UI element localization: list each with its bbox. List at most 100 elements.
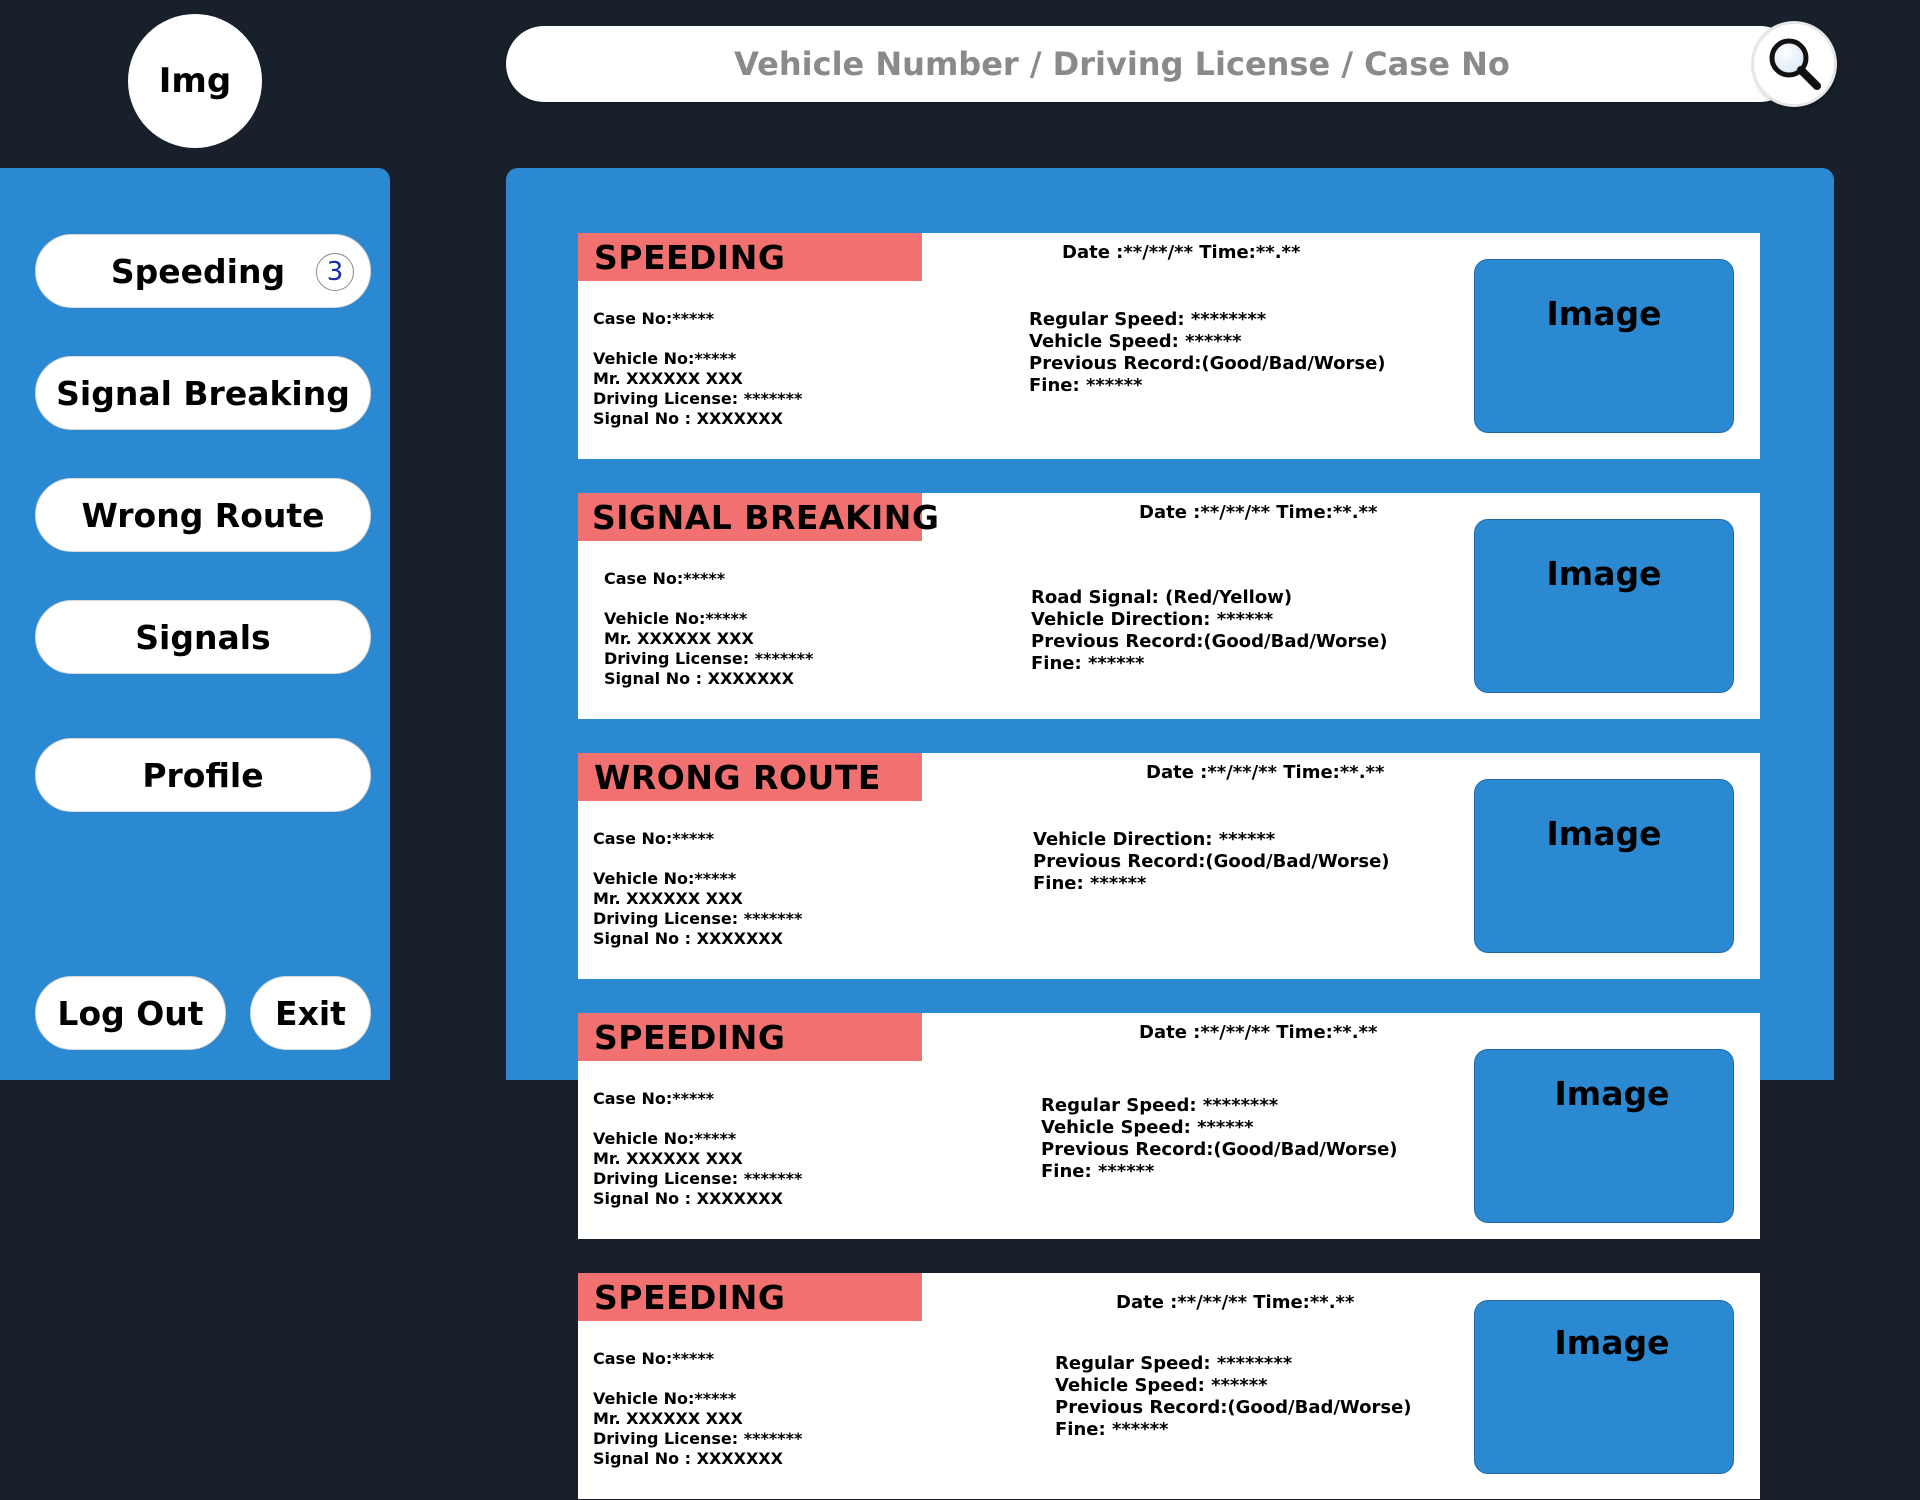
evidence-image[interactable]: Image bbox=[1474, 259, 1734, 433]
card-case-info: Case No:***** Vehicle No:***** Mr. XXXXX… bbox=[604, 569, 813, 689]
owner-name: Mr. XXXXXX XXX bbox=[593, 1149, 743, 1168]
owner-name: Mr. XXXXXX XXX bbox=[593, 1409, 743, 1428]
card-title: WRONG ROUTE bbox=[578, 753, 922, 801]
violation-card[interactable]: SPEEDING Date :**/**/** Time:**.** Case … bbox=[578, 1273, 1760, 1499]
image-label: Image bbox=[1554, 1323, 1670, 1362]
card-details: Regular Speed: ******** Vehicle Speed: *… bbox=[1041, 1095, 1398, 1183]
sidebar-item-signals[interactable]: Signals bbox=[35, 600, 371, 674]
case-number: Case No:***** bbox=[593, 829, 715, 848]
owner-name: Mr. XXXXXX XXX bbox=[604, 629, 754, 648]
evidence-image[interactable]: Image bbox=[1474, 1049, 1734, 1223]
image-label: Image bbox=[1546, 294, 1662, 333]
detail-line: Previous Record:(Good/Bad/Worse) bbox=[1055, 1397, 1412, 1418]
search-button[interactable] bbox=[1754, 24, 1834, 104]
detail-line: Vehicle Direction: ****** bbox=[1031, 609, 1274, 630]
owner-name: Mr. XXXXXX XXX bbox=[593, 889, 743, 908]
card-case-info: Case No:***** Vehicle No:***** Mr. XXXXX… bbox=[593, 829, 802, 949]
search-icon bbox=[1769, 38, 1821, 90]
card-case-info: Case No:***** Vehicle No:***** Mr. XXXXX… bbox=[593, 309, 802, 429]
avatar[interactable]: Img bbox=[128, 14, 262, 148]
driving-license: Driving License: ******* bbox=[593, 389, 803, 408]
case-number: Case No:***** bbox=[593, 1089, 715, 1108]
driving-license: Driving License: ******* bbox=[604, 649, 814, 668]
signal-number: Signal No : XXXXXXX bbox=[593, 1449, 783, 1468]
detail-line: Regular Speed: ******** bbox=[1055, 1353, 1293, 1374]
avatar-label: Img bbox=[158, 61, 232, 101]
vehicle-number: Vehicle No:***** bbox=[593, 349, 737, 368]
logout-button[interactable]: Log Out bbox=[35, 976, 226, 1050]
count-badge: 3 bbox=[316, 253, 354, 291]
detail-line: Vehicle Speed: ****** bbox=[1055, 1375, 1268, 1396]
card-case-info: Case No:***** Vehicle No:***** Mr. XXXXX… bbox=[593, 1089, 802, 1209]
case-number: Case No:***** bbox=[593, 309, 715, 328]
detail-line: Vehicle Direction: ****** bbox=[1033, 829, 1276, 850]
sidebar-item-signal-breaking[interactable]: Signal Breaking bbox=[35, 356, 371, 430]
violation-card[interactable]: SPEEDING Date :**/**/** Time:**.** Case … bbox=[578, 1013, 1760, 1239]
sidebar-item-wrong-route[interactable]: Wrong Route bbox=[35, 478, 371, 552]
sidebar-item-label: Profile bbox=[142, 755, 264, 795]
case-number: Case No:***** bbox=[604, 569, 726, 588]
detail-line: Previous Record:(Good/Bad/Worse) bbox=[1031, 631, 1388, 652]
search-bar bbox=[506, 26, 1798, 102]
violation-card[interactable]: SIGNAL BREAKING Date :**/**/** Time:**.*… bbox=[578, 493, 1760, 719]
sidebar-item-profile[interactable]: Profile bbox=[35, 738, 371, 812]
vehicle-number: Vehicle No:***** bbox=[593, 1129, 737, 1148]
vehicle-number: Vehicle No:***** bbox=[593, 869, 737, 888]
sidebar-item-label: Signal Breaking bbox=[56, 373, 350, 413]
image-label: Image bbox=[1546, 814, 1662, 853]
signal-number: Signal No : XXXXXXX bbox=[593, 929, 783, 948]
detail-line: Previous Record:(Good/Bad/Worse) bbox=[1041, 1139, 1398, 1160]
violation-card[interactable]: WRONG ROUTE Date :**/**/** Time:**.** Ca… bbox=[578, 753, 1760, 979]
exit-label: Exit bbox=[275, 993, 346, 1033]
evidence-image[interactable]: Image bbox=[1474, 779, 1734, 953]
card-title: SPEEDING bbox=[578, 1273, 922, 1321]
detail-line: Previous Record:(Good/Bad/Worse) bbox=[1029, 353, 1386, 374]
detail-line: Fine: ****** bbox=[1041, 1161, 1155, 1182]
vehicle-number: Vehicle No:***** bbox=[593, 1389, 737, 1408]
exit-button[interactable]: Exit bbox=[250, 976, 371, 1050]
sidebar-item-label: Wrong Route bbox=[81, 495, 325, 535]
vehicle-number: Vehicle No:***** bbox=[604, 609, 748, 628]
card-details: Regular Speed: ******** Vehicle Speed: *… bbox=[1029, 309, 1386, 397]
driving-license: Driving License: ******* bbox=[593, 1429, 803, 1448]
detail-line: Fine: ****** bbox=[1031, 653, 1145, 674]
card-details: Road Signal: (Red/Yellow) Vehicle Direct… bbox=[1031, 587, 1388, 675]
card-case-info: Case No:***** Vehicle No:***** Mr. XXXXX… bbox=[593, 1349, 802, 1469]
owner-name: Mr. XXXXXX XXX bbox=[593, 369, 743, 388]
image-label: Image bbox=[1554, 1074, 1670, 1113]
driving-license: Driving License: ******* bbox=[593, 1169, 803, 1188]
sidebar-item-speeding[interactable]: Speeding 3 bbox=[35, 234, 371, 308]
sidebar-item-label: Speeding bbox=[110, 251, 286, 291]
card-title: SIGNAL BREAKING bbox=[578, 493, 939, 541]
card-datetime: Date :**/**/** Time:**.** bbox=[1062, 242, 1301, 263]
card-datetime: Date :**/**/** Time:**.** bbox=[1139, 502, 1378, 523]
card-datetime: Date :**/**/** Time:**.** bbox=[1146, 762, 1385, 783]
detail-line: Vehicle Speed: ****** bbox=[1041, 1117, 1254, 1138]
signal-number: Signal No : XXXXXXX bbox=[593, 1189, 783, 1208]
search-input[interactable] bbox=[570, 44, 1674, 84]
card-title: SPEEDING bbox=[578, 233, 922, 281]
driving-license: Driving License: ******* bbox=[593, 909, 803, 928]
image-label: Image bbox=[1546, 554, 1662, 593]
evidence-image[interactable]: Image bbox=[1474, 1300, 1734, 1474]
sidebar: Speeding 3 Signal Breaking Wrong Route S… bbox=[0, 168, 390, 1080]
evidence-image[interactable]: Image bbox=[1474, 519, 1734, 693]
sidebar-item-label: Signals bbox=[135, 617, 271, 657]
detail-line: Fine: ****** bbox=[1033, 873, 1147, 894]
logout-label: Log Out bbox=[57, 993, 204, 1033]
violation-card[interactable]: SPEEDING Date :**/**/** Time:**.** Case … bbox=[578, 233, 1760, 459]
detail-line: Vehicle Speed: ****** bbox=[1029, 331, 1242, 352]
case-number: Case No:***** bbox=[593, 1349, 715, 1368]
detail-line: Regular Speed: ******** bbox=[1041, 1095, 1279, 1116]
detail-line: Regular Speed: ******** bbox=[1029, 309, 1267, 330]
detail-line: Previous Record:(Good/Bad/Worse) bbox=[1033, 851, 1390, 872]
signal-number: Signal No : XXXXXXX bbox=[593, 409, 783, 428]
detail-line: Fine: ****** bbox=[1055, 1419, 1169, 1440]
card-datetime: Date :**/**/** Time:**.** bbox=[1116, 1292, 1355, 1313]
detail-line: Fine: ****** bbox=[1029, 375, 1143, 396]
detail-line: Road Signal: (Red/Yellow) bbox=[1031, 587, 1293, 608]
card-title: SPEEDING bbox=[578, 1013, 922, 1061]
card-datetime: Date :**/**/** Time:**.** bbox=[1139, 1022, 1378, 1043]
card-details: Regular Speed: ******** Vehicle Speed: *… bbox=[1055, 1353, 1412, 1441]
card-details: Vehicle Direction: ****** Previous Recor… bbox=[1033, 829, 1390, 895]
